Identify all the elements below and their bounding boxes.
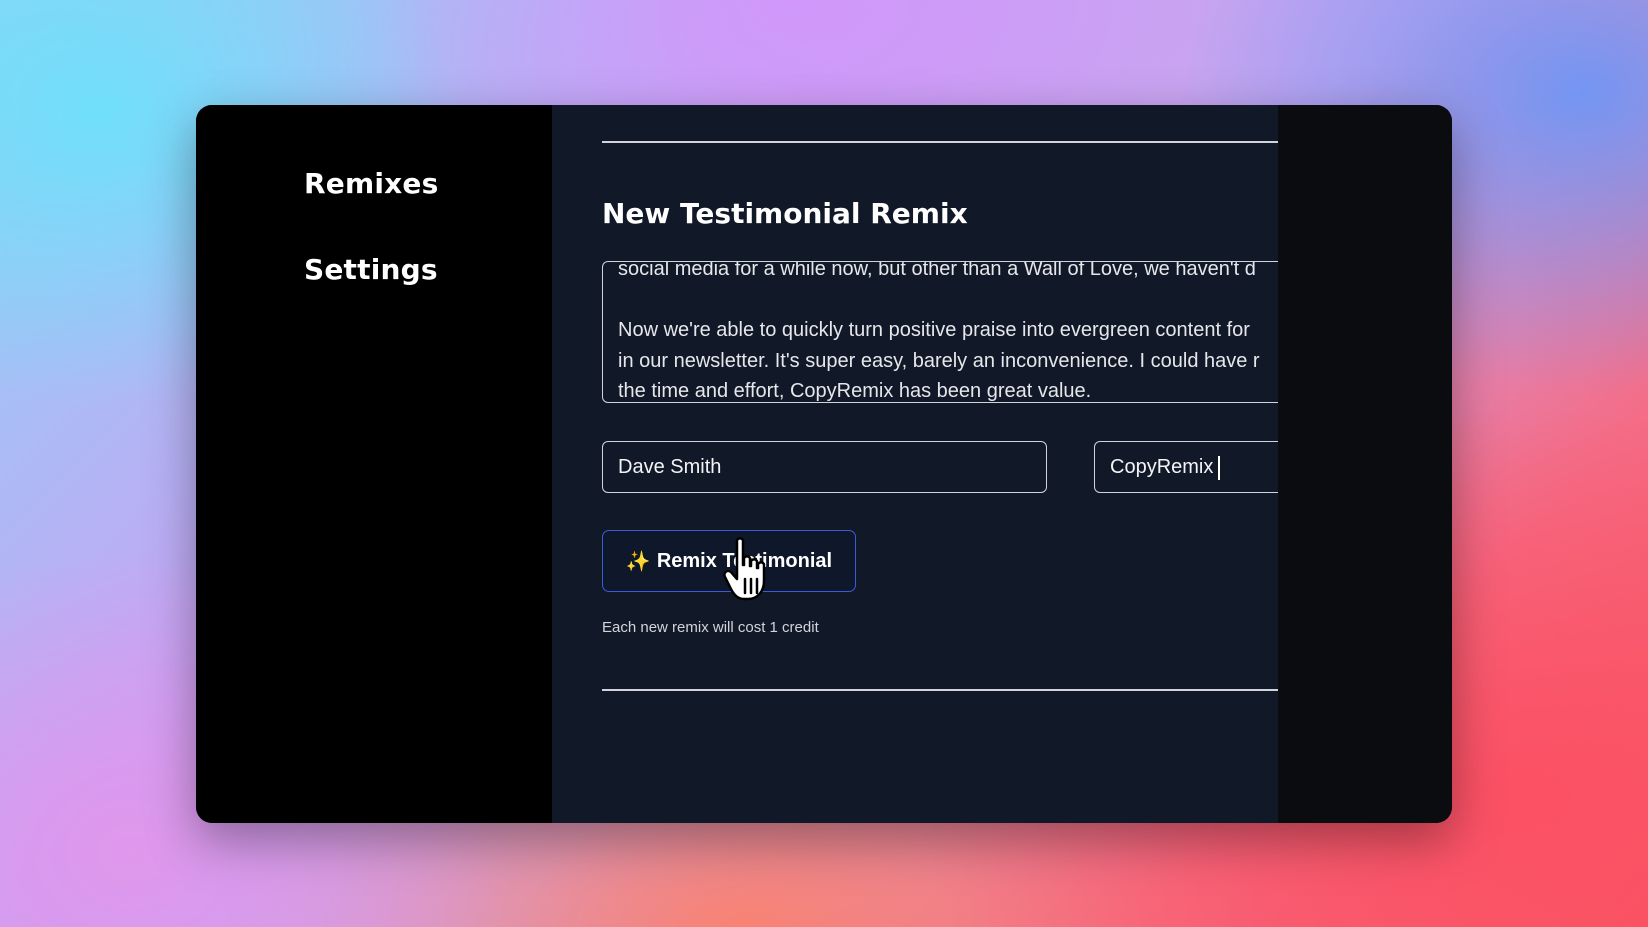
testimonial-textarea[interactable]: social media for a while now, but other … bbox=[602, 261, 1278, 403]
remix-testimonial-button[interactable]: ✨ Remix Testimonial bbox=[602, 530, 856, 592]
sidebar-item-remixes[interactable]: Remixes bbox=[304, 167, 438, 200]
testimonial-text: social media for a while now, but other … bbox=[618, 261, 1260, 402]
sidebar-item-settings[interactable]: Settings bbox=[304, 253, 438, 286]
sparkles-icon: ✨ bbox=[625, 549, 651, 573]
name-field[interactable] bbox=[602, 441, 1047, 493]
company-input[interactable] bbox=[1095, 442, 1278, 492]
main-content: New Testimonial Remix social media for a… bbox=[552, 105, 1278, 823]
text-caret bbox=[1218, 456, 1220, 480]
app-window: Remixes Settings New Testimonial Remix s… bbox=[196, 105, 1452, 823]
company-field[interactable] bbox=[1094, 441, 1278, 493]
credit-note: Each new remix will cost 1 credit bbox=[602, 619, 819, 636]
form-title: New Testimonial Remix bbox=[602, 197, 968, 230]
right-gutter bbox=[1278, 105, 1452, 823]
bottom-divider bbox=[602, 689, 1278, 691]
name-input[interactable] bbox=[603, 442, 1046, 492]
remix-button-label: Remix Testimonial bbox=[656, 549, 833, 572]
sidebar: Remixes Settings bbox=[196, 105, 552, 823]
top-divider bbox=[602, 141, 1278, 143]
